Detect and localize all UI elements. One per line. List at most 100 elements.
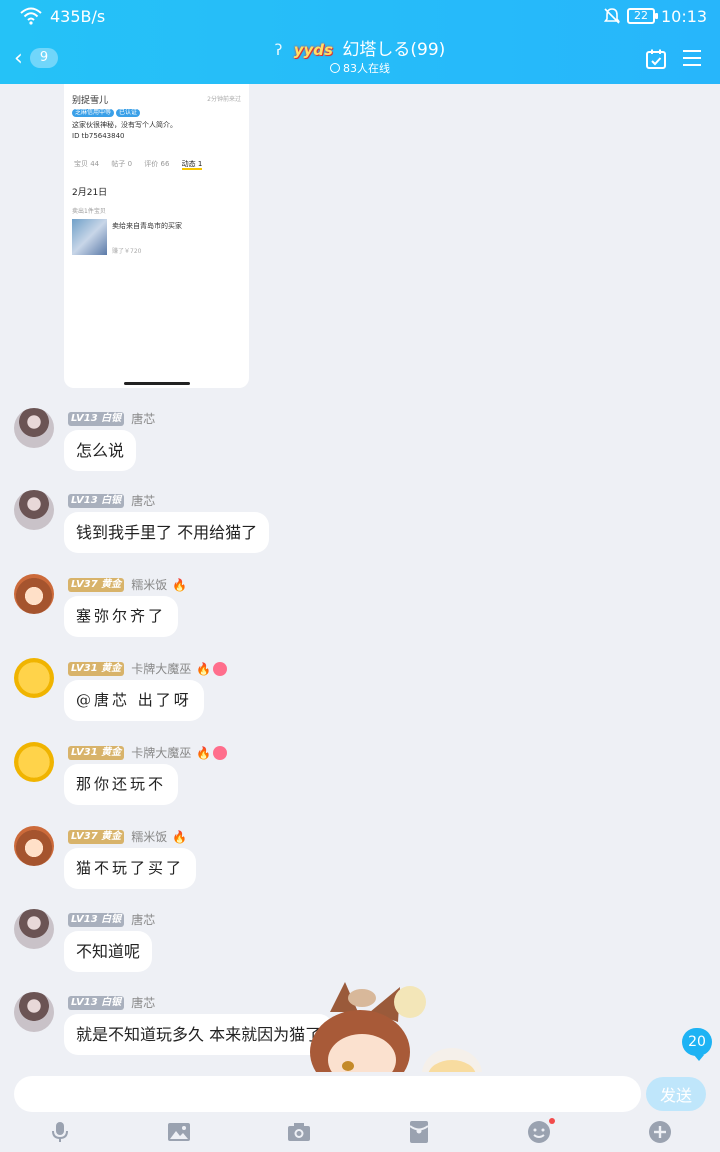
chat-title[interactable]: ʔ yyds 幻塔しる(99) 83人在线 bbox=[160, 38, 560, 76]
sender-meta: LV37 黄金 糯米饭 🔥 bbox=[68, 574, 188, 592]
wifi-icon bbox=[20, 7, 42, 25]
profile-id: ID tb75643840 bbox=[72, 132, 125, 140]
message-input[interactable] bbox=[14, 1076, 641, 1112]
status-icon bbox=[330, 63, 340, 73]
sender-meta: LV31 黄金 卡牌大魔巫 🔥 bbox=[68, 658, 228, 676]
group-name: 幻塔しる(99) bbox=[342, 40, 446, 60]
message-item: LV31 黄金 卡牌大魔巫 🔥 @唐芯 出了呀 bbox=[0, 658, 720, 738]
avatar[interactable] bbox=[14, 574, 54, 614]
shared-image-message[interactable]: 别捉雪儿 2分钟前来过 芝麻信用中等 已认证 这家伙很神秘，没有写个人简介。 ID… bbox=[64, 84, 249, 388]
level-badge: LV13 白银 bbox=[68, 995, 125, 1010]
level-badge: LV13 白银 bbox=[68, 493, 125, 508]
camera-icon[interactable] bbox=[287, 1120, 311, 1144]
calendar-check-icon[interactable] bbox=[645, 48, 667, 70]
avatar[interactable] bbox=[14, 826, 54, 866]
level-badge: LV31 黄金 bbox=[68, 745, 125, 760]
level-badge: LV37 黄金 bbox=[68, 829, 125, 844]
avatar[interactable] bbox=[14, 909, 54, 949]
clock: 10:13 bbox=[661, 7, 708, 26]
sender-meta: LV31 黄金 卡牌大魔巫 🔥 bbox=[68, 742, 228, 760]
sender-name[interactable]: 唐芯 bbox=[131, 494, 155, 508]
flame-icon: 🔥 bbox=[172, 577, 188, 592]
chevron-left-icon: ‹ bbox=[14, 46, 23, 71]
red-packet-icon[interactable] bbox=[407, 1120, 431, 1144]
profile-bio: 这家伙很神秘，没有写个人简介。 bbox=[72, 121, 177, 129]
profile-tag: 芝麻信用中等 bbox=[72, 109, 115, 117]
level-badge: LV13 白银 bbox=[68, 411, 125, 426]
header: 435B/s 22 10:13 ‹ 9 ʔ yyds 幻塔しる(99) 83人在… bbox=[0, 0, 720, 84]
profile-tab: 评价 66 bbox=[144, 160, 170, 168]
message-item: LV37 黄金 糯米饭 🔥 塞弥尔齐了 bbox=[0, 574, 720, 654]
flame-icon: 🔥 bbox=[196, 745, 212, 760]
profile-tab: 宝贝 44 bbox=[74, 160, 100, 168]
back-unread-badge: 9 bbox=[30, 48, 58, 68]
message-bubble[interactable]: @唐芯 出了呀 bbox=[64, 680, 204, 721]
profile-tag: 已认证 bbox=[116, 109, 141, 117]
net-speed: 435B/s bbox=[50, 7, 106, 26]
item-thumbnail bbox=[72, 219, 107, 255]
level-badge: LV13 白银 bbox=[68, 912, 125, 927]
sender-name[interactable]: 唐芯 bbox=[131, 913, 155, 927]
battery-indicator: 22 bbox=[627, 8, 658, 24]
sender-meta: LV13 白银 唐芯 bbox=[68, 909, 155, 927]
profile-name: 别捉雪儿 bbox=[72, 96, 109, 106]
message-bubble[interactable]: 怎么说 bbox=[64, 430, 137, 471]
emoji-icon[interactable] bbox=[527, 1118, 555, 1144]
nav-bar: ‹ 9 ʔ yyds 幻塔しる(99) 83人在线 bbox=[0, 34, 720, 84]
smile-badge-icon bbox=[213, 745, 228, 760]
back-button[interactable]: ‹ 9 bbox=[12, 46, 58, 72]
message-bubble[interactable]: 那你还玩不 bbox=[64, 764, 179, 805]
status-bar: 435B/s 22 10:13 bbox=[0, 0, 720, 34]
level-badge: LV37 黄金 bbox=[68, 577, 125, 592]
message-bubble[interactable]: 就是不知道玩多久 本来就因为猫了 bbox=[64, 1014, 334, 1055]
sender-name[interactable]: 唐芯 bbox=[131, 412, 155, 426]
sticker-image bbox=[310, 982, 482, 1076]
sender-name[interactable]: 卡牌大魔巫 bbox=[131, 746, 191, 760]
sender-meta: LV13 白银 唐芯 bbox=[68, 992, 155, 1010]
plus-icon[interactable] bbox=[648, 1120, 672, 1144]
sender-name[interactable]: 糯米饭 bbox=[131, 830, 167, 844]
group-badge: yyds bbox=[293, 41, 333, 59]
flame-icon: 🔥 bbox=[196, 661, 212, 676]
avatar[interactable] bbox=[14, 992, 54, 1032]
message-item: LV13 白银 唐芯 不知道呢 bbox=[0, 909, 720, 989]
feed-date: 2月21日 bbox=[72, 188, 108, 198]
flame-icon: 🔥 bbox=[172, 829, 188, 844]
message-item: LV13 白银 唐芯 钱到我手里了 不用给猫了 bbox=[0, 490, 720, 570]
send-button[interactable]: 发送 bbox=[646, 1077, 706, 1111]
sender-name[interactable]: 唐芯 bbox=[131, 996, 155, 1010]
message-bubble[interactable]: 不知道呢 bbox=[64, 931, 153, 972]
message-item: LV37 黄金 糯米饭 🔥 猫不玩了买了 bbox=[0, 826, 720, 906]
mic-icon[interactable] bbox=[48, 1120, 72, 1144]
avatar[interactable] bbox=[14, 408, 54, 448]
online-count: 83人在线 bbox=[160, 62, 560, 76]
profile-tags: 芝麻信用中等 已认证 bbox=[72, 107, 142, 117]
image-icon[interactable] bbox=[167, 1120, 191, 1144]
sender-name[interactable]: 糯米饭 bbox=[131, 578, 167, 592]
sell-text: 卖给来自青岛市的买家 bbox=[112, 222, 182, 230]
message-bubble[interactable]: 猫不玩了买了 bbox=[64, 848, 197, 889]
avatar[interactable] bbox=[14, 490, 54, 530]
sender-meta: LV13 白银 唐芯 bbox=[68, 490, 155, 508]
sold-label: 卖出1件宝贝 bbox=[72, 208, 106, 215]
new-messages-badge[interactable]: 20 bbox=[682, 1028, 712, 1061]
message-bubble[interactable]: 钱到我手里了 不用给猫了 bbox=[64, 512, 270, 553]
sender-name[interactable]: 卡牌大魔巫 bbox=[131, 662, 191, 676]
sender-meta: LV37 黄金 糯米饭 🔥 bbox=[68, 826, 188, 844]
smile-badge-icon bbox=[213, 661, 228, 676]
mute-bell-icon bbox=[603, 8, 621, 24]
ear-icon: ʔ bbox=[274, 41, 283, 59]
level-badge: LV31 黄金 bbox=[68, 661, 125, 676]
notification-dot bbox=[549, 1118, 555, 1124]
home-indicator bbox=[124, 382, 190, 385]
message-bubble[interactable]: 塞弥尔齐了 bbox=[64, 596, 179, 637]
avatar[interactable] bbox=[14, 742, 54, 782]
avatar[interactable] bbox=[14, 658, 54, 698]
last-seen: 2分钟前来过 bbox=[207, 96, 241, 103]
message-item: LV31 黄金 卡牌大魔巫 🔥 那你还玩不 bbox=[0, 742, 720, 822]
input-bar: 发送 bbox=[0, 1072, 720, 1152]
earn-text: 赚了￥720 bbox=[112, 248, 142, 255]
menu-icon[interactable] bbox=[682, 48, 702, 68]
sender-meta: LV13 白银 唐芯 bbox=[68, 408, 155, 426]
profile-tab-active: 动态 1 bbox=[181, 160, 203, 170]
